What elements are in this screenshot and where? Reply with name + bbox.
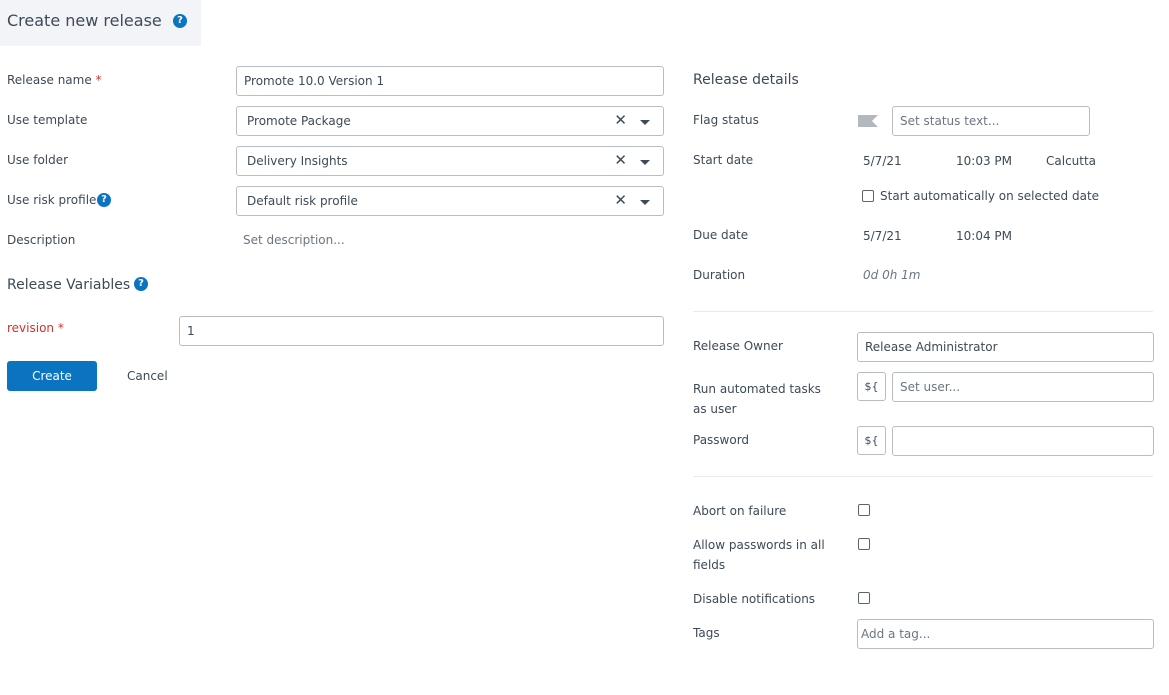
allow-passwords-label: Allow passwords in all fields [693, 538, 825, 572]
duration-label: Duration [693, 268, 746, 282]
clear-icon[interactable]: ✕ [614, 193, 627, 208]
help-icon[interactable]: ? [97, 193, 111, 207]
start-date-value[interactable]: 5/7/21 [863, 154, 902, 168]
auto-start-label: Start automatically on selected date [880, 189, 1100, 203]
help-icon[interactable]: ? [173, 14, 187, 28]
abort-on-failure-checkbox[interactable] [858, 504, 870, 516]
variable-button[interactable]: ${ [857, 426, 886, 455]
page-title: Create new release [7, 11, 162, 30]
release-owner-label: Release Owner [693, 339, 783, 353]
release-details-title: Release details [693, 72, 799, 88]
use-folder-label: Use folder [7, 153, 69, 167]
chevron-down-icon[interactable] [640, 120, 650, 125]
chevron-down-icon[interactable] [640, 160, 650, 165]
revision-label: revision * [7, 321, 64, 335]
clear-icon[interactable]: ✕ [614, 153, 627, 168]
due-time-value[interactable]: 10:04 PM [956, 229, 1012, 243]
release-owner-input[interactable]: Release Administrator [857, 332, 1154, 362]
clear-icon[interactable]: ✕ [614, 113, 627, 128]
divider [693, 311, 1153, 312]
release-variables-title: Release Variables [7, 277, 131, 293]
chevron-down-icon[interactable] [640, 200, 650, 205]
start-time-value[interactable]: 10:03 PM [956, 154, 1012, 168]
password-input[interactable] [892, 426, 1154, 456]
template-select[interactable]: Promote Package ✕ [236, 106, 664, 136]
divider [693, 476, 1153, 477]
template-value: Promote Package [247, 114, 351, 128]
disable-notifications-checkbox[interactable] [858, 592, 870, 604]
variable-button[interactable]: ${ [857, 372, 886, 401]
help-icon[interactable]: ? [134, 277, 148, 291]
due-date-value[interactable]: 5/7/21 [863, 229, 902, 243]
folder-select[interactable]: Delivery Insights ✕ [236, 146, 664, 176]
run-as-user-input[interactable]: Set user... [892, 372, 1154, 402]
cancel-button[interactable]: Cancel [127, 369, 168, 383]
due-date-label: Due date [693, 228, 749, 242]
use-risk-profile-label: Use risk profile [7, 193, 97, 207]
password-label: Password [693, 433, 750, 447]
auto-start-checkbox[interactable] [862, 190, 874, 202]
description-field[interactable]: Set description... [243, 233, 345, 247]
tags-input[interactable]: Add a tag... [857, 619, 1154, 649]
tags-label: Tags [693, 626, 720, 640]
duration-value: 0d 0h 1m [863, 268, 921, 282]
risk-profile-select[interactable]: Default risk profile ✕ [236, 186, 664, 216]
folder-value: Delivery Insights [247, 154, 348, 168]
run-as-user-label: Run automated tasks as user [693, 382, 821, 416]
allow-passwords-checkbox[interactable] [858, 538, 870, 550]
flag-status-label: Flag status [693, 113, 759, 127]
release-name-label: Release name * [7, 73, 102, 87]
risk-profile-value: Default risk profile [247, 194, 358, 208]
abort-on-failure-label: Abort on failure [693, 504, 787, 518]
flag-icon[interactable] [858, 115, 878, 127]
status-text-input[interactable]: Set status text... [892, 106, 1090, 136]
create-button[interactable]: Create [7, 361, 97, 391]
use-template-label: Use template [7, 113, 88, 127]
page-header: Create new release ? [0, 0, 201, 46]
start-date-label: Start date [693, 153, 754, 167]
disable-notifications-label: Disable notifications [693, 592, 816, 606]
timezone-value[interactable]: Calcutta [1046, 154, 1096, 168]
release-name-input[interactable]: Promote 10.0 Version 1 [236, 66, 664, 96]
description-label: Description [7, 233, 76, 247]
revision-input[interactable]: 1 [179, 316, 664, 346]
